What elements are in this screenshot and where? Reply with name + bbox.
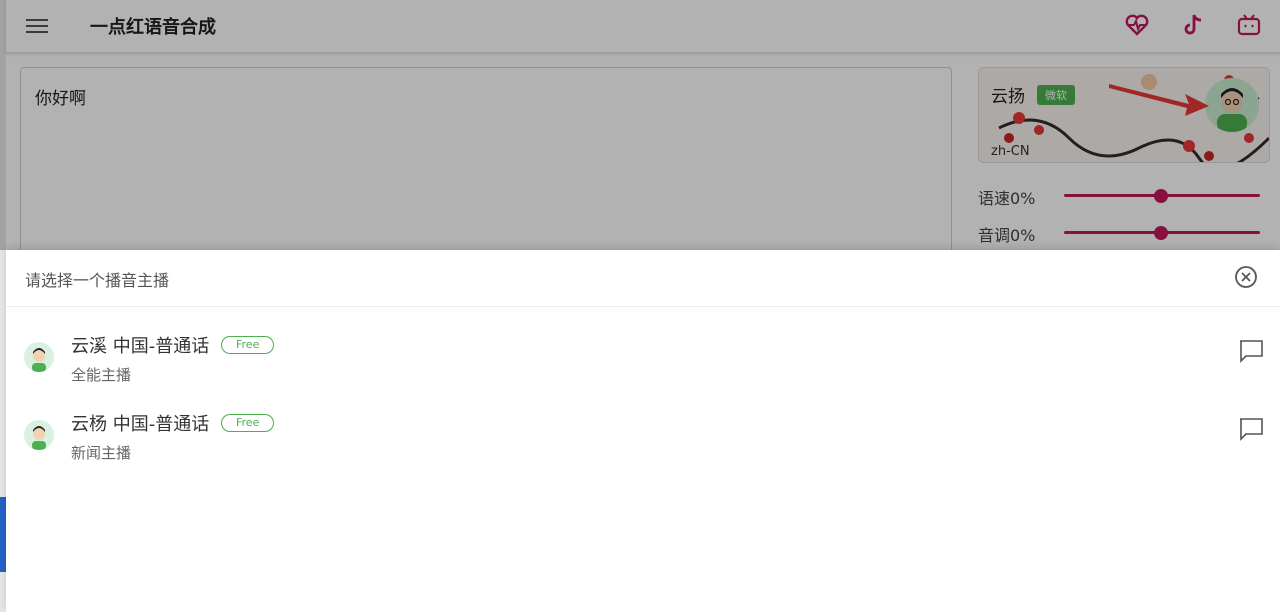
voice-avatar: [24, 342, 54, 372]
voice-list-item[interactable]: 云溪 中国-普通话 Free 全能主播: [6, 326, 1280, 396]
free-badge: Free: [221, 414, 275, 432]
voice-avatar: [24, 420, 54, 450]
voice-item-subtitle: 全能主播: [71, 366, 132, 384]
sheet-header: 请选择一个播音主播: [6, 250, 1280, 307]
voice-item-subtitle: 新闻主播: [71, 444, 132, 462]
voice-list-item[interactable]: 云杨 中国-普通话 Free 新闻主播: [6, 404, 1280, 474]
close-icon[interactable]: [1234, 265, 1258, 289]
sheet-title: 请选择一个播音主播: [25, 271, 170, 290]
chat-icon[interactable]: [1238, 416, 1264, 442]
voice-item-name: 云杨 中国-普通话: [71, 414, 210, 435]
voice-select-sheet: 请选择一个播音主播 云溪 中国-普通话 Free 全能主播 云杨 中国-普通话 …: [6, 250, 1280, 612]
modal-backdrop[interactable]: [0, 0, 1280, 250]
voice-item-name: 云溪 中国-普通话: [71, 336, 210, 357]
free-badge: Free: [221, 336, 275, 354]
chat-icon[interactable]: [1238, 338, 1264, 364]
